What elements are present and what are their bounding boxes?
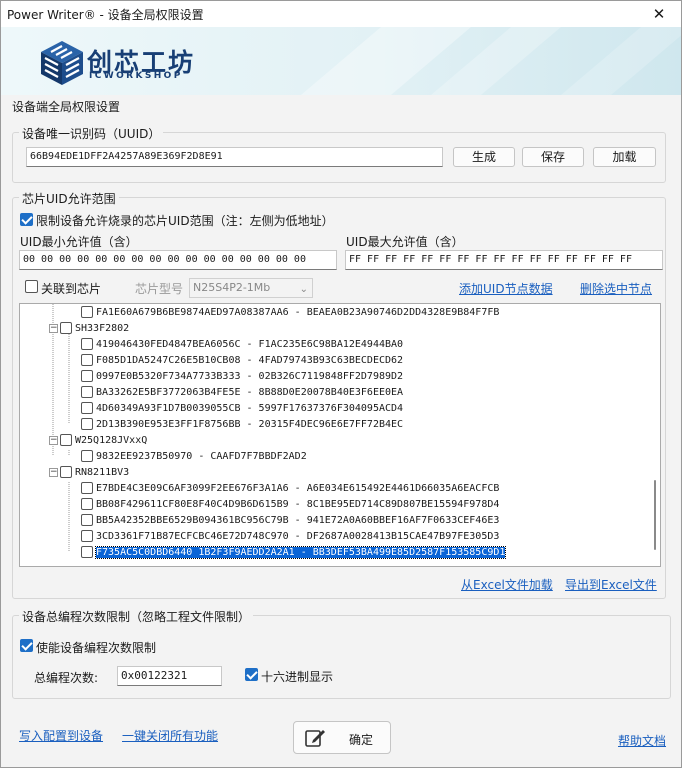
tree-node-checkbox[interactable] — [81, 402, 93, 414]
write-config-link[interactable]: 写入配置到设备 — [19, 727, 103, 744]
edit-document-icon — [305, 730, 325, 747]
brand-banner: 创芯工坊 ICWORKSHOP — [1, 27, 681, 95]
tree-scrollbar[interactable] — [653, 308, 657, 558]
tree-node-label: 419046430FED4847BEA6056C - F1AC235E6C98B… — [96, 339, 404, 350]
total-count-label: 总编程次数: — [34, 671, 99, 685]
tree-node-checkbox[interactable] — [60, 322, 72, 334]
uid-max-input[interactable]: FF FF FF FF FF FF FF FF FF FF FF FF FF F… — [345, 250, 663, 270]
tree-node-label: RN8211BV3 — [75, 467, 130, 478]
delete-node-link[interactable]: 删除选中节点 — [580, 280, 652, 297]
tree-node-label: 4D60349A93F1D7B0039055CB - 5997F17637376… — [96, 403, 404, 414]
save-button[interactable]: 保存 — [522, 147, 584, 167]
total-count-input[interactable]: 0x00122321 — [117, 666, 222, 686]
scroll-thumb[interactable] — [654, 480, 656, 550]
ok-button[interactable]: 确定 — [293, 721, 391, 754]
tree-node-checkbox[interactable] — [81, 338, 93, 350]
tree-node-checkbox[interactable] — [81, 306, 93, 318]
cube-logo-icon — [41, 41, 83, 85]
tree-uid-node[interactable]: E7BDE4C3E09C6AF3099F2EE676F3A1A6 - A6E03… — [81, 481, 499, 497]
tree-node-checkbox[interactable] — [60, 466, 72, 478]
chip-model-label: 芯片型号 — [135, 282, 184, 296]
tree-uid-node[interactable]: F735AC5C0DBD6440 1B2F3F9AEDD2A2A1 - BB3D… — [81, 545, 507, 561]
uuid-input[interactable]: 66B94EDE1DFF2A4257A89E369F2D8E91 — [26, 147, 443, 167]
uid-min-input[interactable]: 00 00 00 00 00 00 00 00 00 00 00 00 00 0… — [19, 250, 337, 270]
tree-node-label: FA1E60A679B6BE9874AED97A08387AA6 - BEAEA… — [96, 307, 500, 318]
tree-node-label: 0997E0B5320F734A7733B333 - 02B326C711984… — [96, 371, 404, 382]
import-excel-link[interactable]: 从Excel文件加载 — [461, 576, 553, 593]
tree-node-label: 2D13B390E953E3FF1F8756BB - 20315F4DEC96E… — [96, 419, 404, 430]
tree-node-label: BB08F429611CF80E8F40C4D9B6D615B9 - 8C1BE… — [96, 499, 500, 510]
export-excel-link[interactable]: 导出到Excel文件 — [565, 576, 657, 593]
tree-chip-node[interactable]: RN8211BV3 — [60, 465, 129, 481]
tree-node-label: F085D1DA5247C26E5B10CB08 - 4FAD79743B93C… — [96, 355, 404, 366]
tree-node-checkbox[interactable] — [81, 514, 93, 526]
tree-uid-node[interactable]: F085D1DA5247C26E5B10CB08 - 4FAD79743B93C… — [81, 353, 403, 369]
tree-node-checkbox[interactable] — [81, 370, 93, 382]
tree-node-checkbox[interactable] — [81, 498, 93, 510]
ok-label: 确定 — [349, 733, 374, 747]
uuid-group-title: 设备唯一识别码（UUID） — [19, 125, 164, 142]
restrict-uid-label: 限制设备允许烧录的芯片UID范围（注：左侧为低地址） — [36, 214, 334, 228]
link-chip-label: 关联到芯片 — [41, 282, 102, 296]
generate-button[interactable]: 生成 — [453, 147, 515, 167]
tree-node-checkbox[interactable] — [81, 546, 93, 558]
link-chip-checkbox[interactable] — [25, 280, 38, 293]
tree-uid-node[interactable]: 0997E0B5320F734A7733B333 - 02B326C711984… — [81, 369, 403, 385]
title-bar: Power Writer® - 设备全局权限设置 ✕ — [1, 1, 681, 27]
tree-chip-node[interactable]: W25Q128JVxxQ — [60, 433, 147, 449]
enable-count-label: 使能设备编程次数限制 — [36, 641, 157, 655]
tree-node-checkbox[interactable] — [81, 354, 93, 366]
hex-display-label: 十六进制显示 — [261, 670, 334, 684]
uid-range-group-title: 芯片UID允许范围 — [19, 190, 119, 207]
section-title: 设备端全局权限设置 — [12, 100, 121, 114]
enable-count-checkbox[interactable] — [20, 639, 33, 652]
tree-chip-node[interactable]: SH33F2802 — [60, 321, 129, 337]
tree-uid-node[interactable]: 3CD3361F71B87ECFCBC46E72D748C970 - DF268… — [81, 529, 499, 545]
tree-uid-node[interactable]: FA1E60A679B6BE9874AED97A08387AA6 - BEAEA… — [81, 305, 499, 321]
restrict-uid-checkbox[interactable] — [20, 213, 33, 226]
add-uid-node-link[interactable]: 添加UID节点数据 — [459, 280, 553, 297]
tree-uid-node[interactable]: BB5A42352BBE6529B094361BC956C79B - 941E7… — [81, 513, 499, 529]
window-title: Power Writer® - 设备全局权限设置 — [7, 8, 204, 22]
tree-node-checkbox[interactable] — [81, 450, 93, 462]
tree-uid-node[interactable]: BA33262E5BF3772063B4FE5E - 8B88D0E20078B… — [81, 385, 403, 401]
chevron-down-icon: ⌄ — [299, 284, 308, 295]
tree-node-label: F735AC5C0DBD6440 1B2F3F9AEDD2A2A1 - BB3D… — [94, 546, 507, 559]
tree-uid-node[interactable]: 4D60349A93F1D7B0039055CB - 5997F17637376… — [81, 401, 403, 417]
tree-node-label: SH33F2802 — [75, 323, 130, 334]
uid-min-label: UID最小允许值（含） — [20, 235, 138, 249]
disable-all-link[interactable]: 一键关闭所有功能 — [122, 727, 218, 744]
tree-node-label: W25Q128JVxxQ — [75, 435, 148, 446]
tree-node-label: 9832EE9237B50970 - CAAFD7F7BBDF2AD2 — [96, 451, 307, 462]
uid-max-label: UID最大允许值（含） — [346, 235, 464, 249]
tree-node-label: BB5A42352BBE6529B094361BC956C79B - 941E7… — [96, 515, 500, 526]
tree-node-label: E7BDE4C3E09C6AF3099F2EE676F3A1A6 - A6E03… — [96, 483, 500, 494]
tree-node-checkbox[interactable] — [81, 386, 93, 398]
program-count-group — [12, 615, 671, 699]
tree-node-checkbox[interactable] — [60, 434, 72, 446]
tree-expander-icon[interactable]: − — [49, 324, 58, 333]
logo-subtext: ICWORKSHOP — [89, 71, 183, 81]
tree-node-checkbox[interactable] — [81, 418, 93, 430]
tree-node-label: 3CD3361F71B87ECFCBC46E72D748C970 - DF268… — [96, 531, 500, 542]
tree-node-checkbox[interactable] — [81, 530, 93, 542]
tree-uid-node[interactable]: 9832EE9237B50970 - CAAFD7F7BBDF2AD2 — [81, 449, 307, 465]
chip-model-value: N25S4P2-1Mb — [193, 281, 271, 294]
uid-tree-view[interactable]: FA1E60A679B6BE9874AED97A08387AA6 - BEAEA… — [19, 303, 661, 567]
tree-node-checkbox[interactable] — [81, 482, 93, 494]
tree-uid-node[interactable]: 419046430FED4847BEA6056C - F1AC235E6C98B… — [81, 337, 403, 353]
settings-window: Power Writer® - 设备全局权限设置 ✕ 创芯工坊 ICWORKSH… — [0, 0, 682, 768]
close-button[interactable]: ✕ — [637, 1, 681, 27]
load-button[interactable]: 加载 — [593, 147, 656, 167]
help-docs-link[interactable]: 帮助文档 — [618, 732, 666, 749]
tree-uid-node[interactable]: 2D13B390E953E3FF1F8756BB - 20315F4DEC96E… — [81, 417, 403, 433]
tree-node-label: BA33262E5BF3772063B4FE5E - 8B88D0E20078B… — [96, 387, 404, 398]
tree-expander-icon[interactable]: − — [49, 468, 58, 477]
tree-expander-icon[interactable]: − — [49, 436, 58, 445]
chip-model-select[interactable]: N25S4P2-1Mb ⌄ — [189, 278, 313, 298]
program-count-group-title: 设备总编程次数限制（忽略工程文件限制） — [19, 608, 254, 625]
tree-uid-node[interactable]: BB08F429611CF80E8F40C4D9B6D615B9 - 8C1BE… — [81, 497, 499, 513]
hex-display-checkbox[interactable] — [245, 668, 258, 681]
